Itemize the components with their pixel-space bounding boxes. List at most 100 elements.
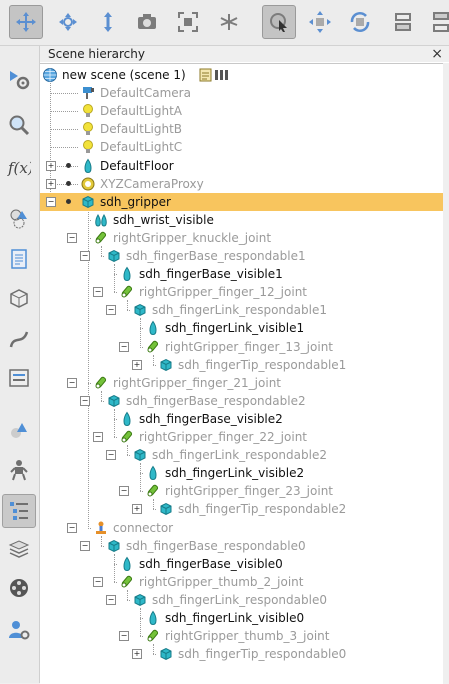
tree-row[interactable]: sdh_fingerBase_visible1 xyxy=(40,265,443,283)
collapse-icon[interactable]: − xyxy=(67,377,77,388)
tree-row[interactable]: − sdh_fingerBase_respondable2 xyxy=(40,392,443,410)
panel-titlebar: Scene hierarchy × xyxy=(40,46,449,62)
tree-row[interactable]: DefaultLightC xyxy=(40,138,443,156)
scene-properties-icon[interactable] xyxy=(198,67,234,83)
tree-row[interactable]: + XYZCameraProxy xyxy=(40,175,443,193)
tree-row[interactable]: − rightGripper_finger_23_joint xyxy=(40,482,443,500)
tree-row[interactable]: DefaultLightA xyxy=(40,102,443,120)
tree-row[interactable]: − sdh_fingerLink_respondable0 xyxy=(40,591,443,609)
shape-visible-icon xyxy=(119,556,135,572)
collapse-icon[interactable]: − xyxy=(106,450,116,461)
tree-row[interactable]: sdh_fingerLink_visible1 xyxy=(40,319,443,337)
collapse-icon[interactable]: − xyxy=(80,251,90,261)
collapse-icon[interactable]: − xyxy=(119,631,129,642)
expand-icon[interactable]: + xyxy=(132,359,142,370)
expand-icon[interactable]: + xyxy=(46,160,56,171)
collapse-icon[interactable]: − xyxy=(67,522,77,533)
disassemble-icon[interactable] xyxy=(424,5,449,39)
collapse-icon[interactable]: − xyxy=(119,486,129,497)
fit-view-icon[interactable] xyxy=(171,5,205,39)
joint-icon xyxy=(119,429,135,445)
collapse-icon[interactable]: − xyxy=(80,395,90,406)
tree-row[interactable]: − connector xyxy=(40,519,443,537)
tree-row[interactable]: − rightGripper_knuckle_joint xyxy=(40,229,443,247)
tree-row[interactable]: sdh_fingerLink_visible0 xyxy=(40,609,443,627)
move-view-icon[interactable] xyxy=(9,5,43,39)
tree-row[interactable]: − rightGripper_thumb_2_joint xyxy=(40,573,443,591)
tree-row[interactable]: sdh_fingerLink_visible2 xyxy=(40,464,443,482)
tree-row[interactable]: − rightGripper_finger_12_joint xyxy=(40,283,443,301)
shape-respondable-icon xyxy=(158,357,174,373)
rotate-view-icon[interactable] xyxy=(51,5,85,39)
joint-icon xyxy=(145,339,161,355)
select-icon[interactable] xyxy=(262,5,296,39)
tree-row[interactable]: − sdh_fingerLink_respondable2 xyxy=(40,446,443,464)
expand-icon[interactable]: + xyxy=(46,178,56,189)
collapse-icon[interactable]: − xyxy=(106,305,116,316)
collapse-icon[interactable]: − xyxy=(46,196,56,207)
fly-icon[interactable] xyxy=(212,5,246,39)
shape-edit-icon[interactable] xyxy=(2,201,36,235)
cube-icon[interactable] xyxy=(2,281,36,315)
path-icon[interactable] xyxy=(2,322,36,356)
film-icon[interactable] xyxy=(2,571,36,605)
collapse-icon[interactable]: − xyxy=(93,576,103,587)
collapse-icon[interactable]: − xyxy=(93,287,103,298)
tree-row[interactable]: new scene (scene 1) xyxy=(40,66,443,84)
tree-row[interactable]: + DefaultFloor xyxy=(40,157,443,175)
panel-icon[interactable] xyxy=(2,361,36,395)
tree-row[interactable]: DefaultLightB xyxy=(40,120,443,138)
robot-icon[interactable] xyxy=(2,453,36,487)
hierarchy-list-icon[interactable] xyxy=(2,494,36,528)
tree-row[interactable]: DefaultCamera xyxy=(40,84,443,102)
tree-row[interactable]: − rightGripper_finger_21_joint xyxy=(40,374,443,392)
shapes-icon[interactable] xyxy=(2,414,36,448)
tree-item-label: sdh_fingerLink_respondable1 xyxy=(152,303,327,318)
simulation-settings-icon[interactable] xyxy=(2,62,36,96)
collapse-icon[interactable]: − xyxy=(93,432,103,442)
shape-respondable-icon xyxy=(106,393,122,409)
tree-row[interactable]: sdh_fingerBase_visible0 xyxy=(40,555,443,573)
light-icon xyxy=(80,139,96,155)
shape-respondable-icon xyxy=(158,646,174,662)
tree-item-label: rightGripper_finger_13_joint xyxy=(165,339,333,354)
vertical-scrollbar[interactable] xyxy=(443,63,449,683)
tree-row[interactable]: − sdh_gripper xyxy=(40,192,443,211)
tree-row[interactable]: sdh_wrist_visible xyxy=(40,211,443,229)
camera-icon[interactable] xyxy=(130,5,164,39)
expand-icon[interactable]: + xyxy=(132,649,142,660)
collapse-icon[interactable]: − xyxy=(106,594,116,605)
collapse-icon[interactable]: − xyxy=(67,232,77,243)
layers-icon[interactable] xyxy=(2,532,36,566)
tree-item-label: sdh_fingerLink_visible2 xyxy=(165,466,305,481)
shift-view-icon[interactable] xyxy=(91,5,125,39)
tree-row[interactable]: − rightGripper_finger_13_joint xyxy=(40,338,443,356)
tree-item-label: sdh_fingerLink_visible0 xyxy=(165,611,305,625)
tree-row[interactable]: − sdh_fingerBase_respondable0 xyxy=(40,537,443,555)
user-settings-icon[interactable] xyxy=(2,613,36,647)
tree-item-label: sdh_fingerLink_visible1 xyxy=(165,321,305,336)
tree-row[interactable]: − sdh_fingerLink_respondable1 xyxy=(40,301,443,319)
tree-item-label: connector xyxy=(113,520,174,535)
tree-row[interactable]: + sdh_fingerTip_respondable0 xyxy=(40,645,443,663)
collapse-icon[interactable]: − xyxy=(119,341,129,352)
tree-row[interactable]: + sdh_fingerTip_respondable1 xyxy=(40,356,443,374)
close-icon[interactable]: × xyxy=(431,46,443,62)
tree-row[interactable]: − sdh_fingerBase_respondable1 xyxy=(40,247,443,265)
tree-row[interactable]: sdh_fingerBase_visible2 xyxy=(40,410,443,428)
visibility-dot-icon xyxy=(66,180,71,186)
tree-item-label: sdh_fingerBase_visible2 xyxy=(139,411,283,426)
tree-row[interactable]: − rightGripper_finger_22_joint xyxy=(40,428,443,446)
expand-icon[interactable]: + xyxy=(132,504,142,515)
main-toolbar xyxy=(0,0,449,46)
object-move-icon[interactable] xyxy=(303,5,337,39)
zoom-icon[interactable] xyxy=(2,108,36,142)
scene-tree[interactable]: new scene (scene 1) DefaultCamera DefaultL… xyxy=(40,63,443,684)
document-icon[interactable] xyxy=(2,242,36,276)
tree-row[interactable]: − rightGripper_thumb_3_joint xyxy=(40,627,443,645)
tree-row[interactable]: + sdh_fingerTip_respondable2 xyxy=(40,500,443,518)
script-function-icon[interactable]: f(x) xyxy=(2,150,36,184)
object-rotate-icon[interactable] xyxy=(343,5,377,39)
assemble-icon[interactable] xyxy=(386,5,420,39)
collapse-icon[interactable]: − xyxy=(80,540,90,551)
